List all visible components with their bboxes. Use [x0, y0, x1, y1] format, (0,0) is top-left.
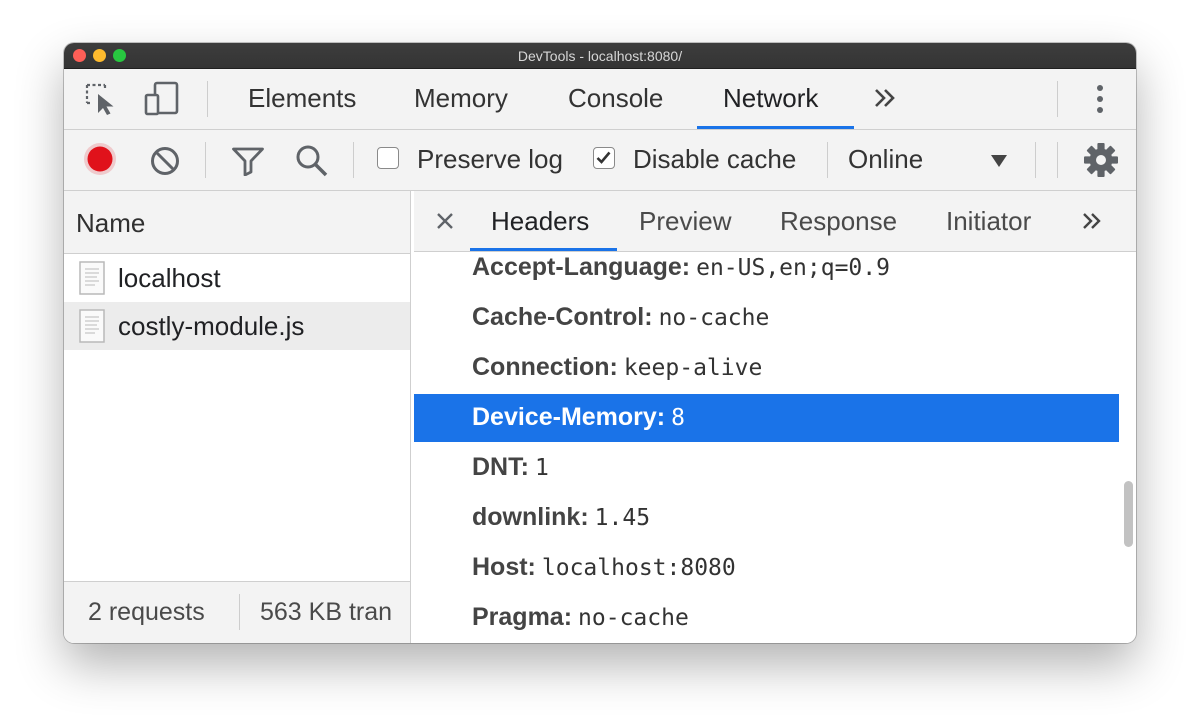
disable-cache-label: Disable cache [633, 144, 797, 174]
header-value: keep-alive [623, 355, 763, 381]
header-row-selected[interactable]: Device-Memory: 8 [414, 394, 1119, 442]
checkmark-icon [596, 151, 611, 164]
title-bar: DevTools - localhost:8080/ [64, 43, 1136, 69]
request-count: 2 requests [88, 598, 205, 626]
preserve-log-checkbox[interactable] [377, 147, 399, 169]
document-icon [79, 309, 105, 343]
header-name: Host: [472, 553, 536, 581]
header-name: Pragma: [472, 603, 573, 631]
name-column-label: Name [76, 208, 146, 238]
network-toolbar: Preserve log Disable cache Online [64, 130, 1136, 191]
transferred-size: 563 KB tran [260, 598, 393, 626]
main-tab-bar: Elements Memory Console Network [64, 69, 1136, 130]
devtools-window: DevTools - localhost:8080/ Elements Memo… [64, 43, 1136, 643]
toolbar-divider [827, 142, 828, 178]
chevron-double-right-icon[interactable] [873, 87, 897, 109]
request-row[interactable]: localhost [64, 254, 410, 302]
chevron-double-right-icon[interactable] [1081, 211, 1103, 231]
tab-console[interactable]: Console [568, 83, 663, 113]
filter-icon[interactable] [231, 146, 265, 176]
device-toolbar-icon[interactable] [144, 81, 180, 117]
header-row[interactable]: Cache-Control: no-cache [414, 294, 1119, 342]
request-name: localhost [118, 263, 221, 293]
record-icon[interactable] [82, 141, 118, 177]
more-vertical-icon[interactable] [1094, 83, 1106, 115]
header-row[interactable]: Pragma: no-cache [414, 594, 1119, 642]
header-value: localhost:8080 [541, 555, 736, 581]
vertical-scrollbar[interactable] [1124, 481, 1133, 547]
header-value: no-cache [578, 605, 689, 631]
toolbar-divider [1035, 142, 1036, 178]
header-value: 8 [671, 405, 685, 431]
name-column-header[interactable]: Name [64, 191, 410, 254]
request-details-pane: Headers Preview Response Initiator Accep… [414, 191, 1136, 643]
toolbar-divider [205, 142, 206, 178]
details-tab-bar: Headers Preview Response Initiator [414, 191, 1136, 252]
tab-initiator[interactable]: Initiator [946, 206, 1031, 236]
header-row[interactable]: DNT: 1 [414, 444, 1119, 492]
header-name: Accept-Language: [472, 253, 691, 281]
clear-icon[interactable] [149, 145, 181, 177]
toolbar-divider [1057, 142, 1058, 178]
request-row-selected[interactable]: costly-module.js [64, 302, 410, 350]
toolbar-divider [207, 81, 208, 117]
header-name: Device-Memory: [472, 403, 666, 431]
header-value: 1.45 [594, 505, 651, 531]
toolbar-divider [1057, 81, 1058, 117]
header-value: en-US,en;q=0.9 [696, 255, 890, 281]
request-name: costly-module.js [118, 311, 305, 341]
tab-memory[interactable]: Memory [414, 83, 508, 113]
header-row[interactable]: Connection: keep-alive [414, 344, 1119, 392]
search-icon[interactable] [295, 144, 329, 178]
tab-headers[interactable]: Headers [491, 206, 589, 236]
header-row[interactable]: Host: localhost:8080 [414, 544, 1119, 592]
header-value: 1 [534, 455, 549, 481]
toolbar-divider [353, 142, 354, 178]
header-row[interactable]: downlink: 1.45 [414, 494, 1119, 542]
active-tab-indicator [697, 126, 854, 129]
gear-icon[interactable] [1083, 142, 1119, 178]
header-name: downlink: [472, 503, 589, 531]
dropdown-triangle-icon[interactable] [990, 154, 1008, 168]
close-icon[interactable] [436, 212, 454, 230]
header-value: no-cache [658, 305, 770, 331]
window-title: DevTools - localhost:8080/ [517, 48, 683, 64]
tab-network[interactable]: Network [723, 83, 818, 113]
status-summary-bar: 2 requests 563 KB tran [64, 581, 410, 643]
preserve-log-label: Preserve log [417, 144, 563, 174]
tab-response[interactable]: Response [780, 206, 897, 236]
tab-elements[interactable]: Elements [248, 83, 356, 113]
tab-preview[interactable]: Preview [639, 206, 731, 236]
header-name: Cache-Control: [472, 303, 653, 331]
header-name: DNT: [472, 453, 529, 481]
request-list-pane: Name localhost costly-module.js 2 reques… [64, 191, 411, 643]
summary-divider [239, 594, 240, 630]
inspect-element-icon[interactable] [84, 82, 120, 116]
header-row[interactable]: Accept-Language: en-US,en;q=0.9 [414, 244, 1119, 292]
document-icon [79, 261, 105, 295]
throttling-select[interactable]: Online [848, 144, 923, 174]
header-name: Connection: [472, 353, 618, 381]
disable-cache-checkbox[interactable] [593, 147, 615, 169]
